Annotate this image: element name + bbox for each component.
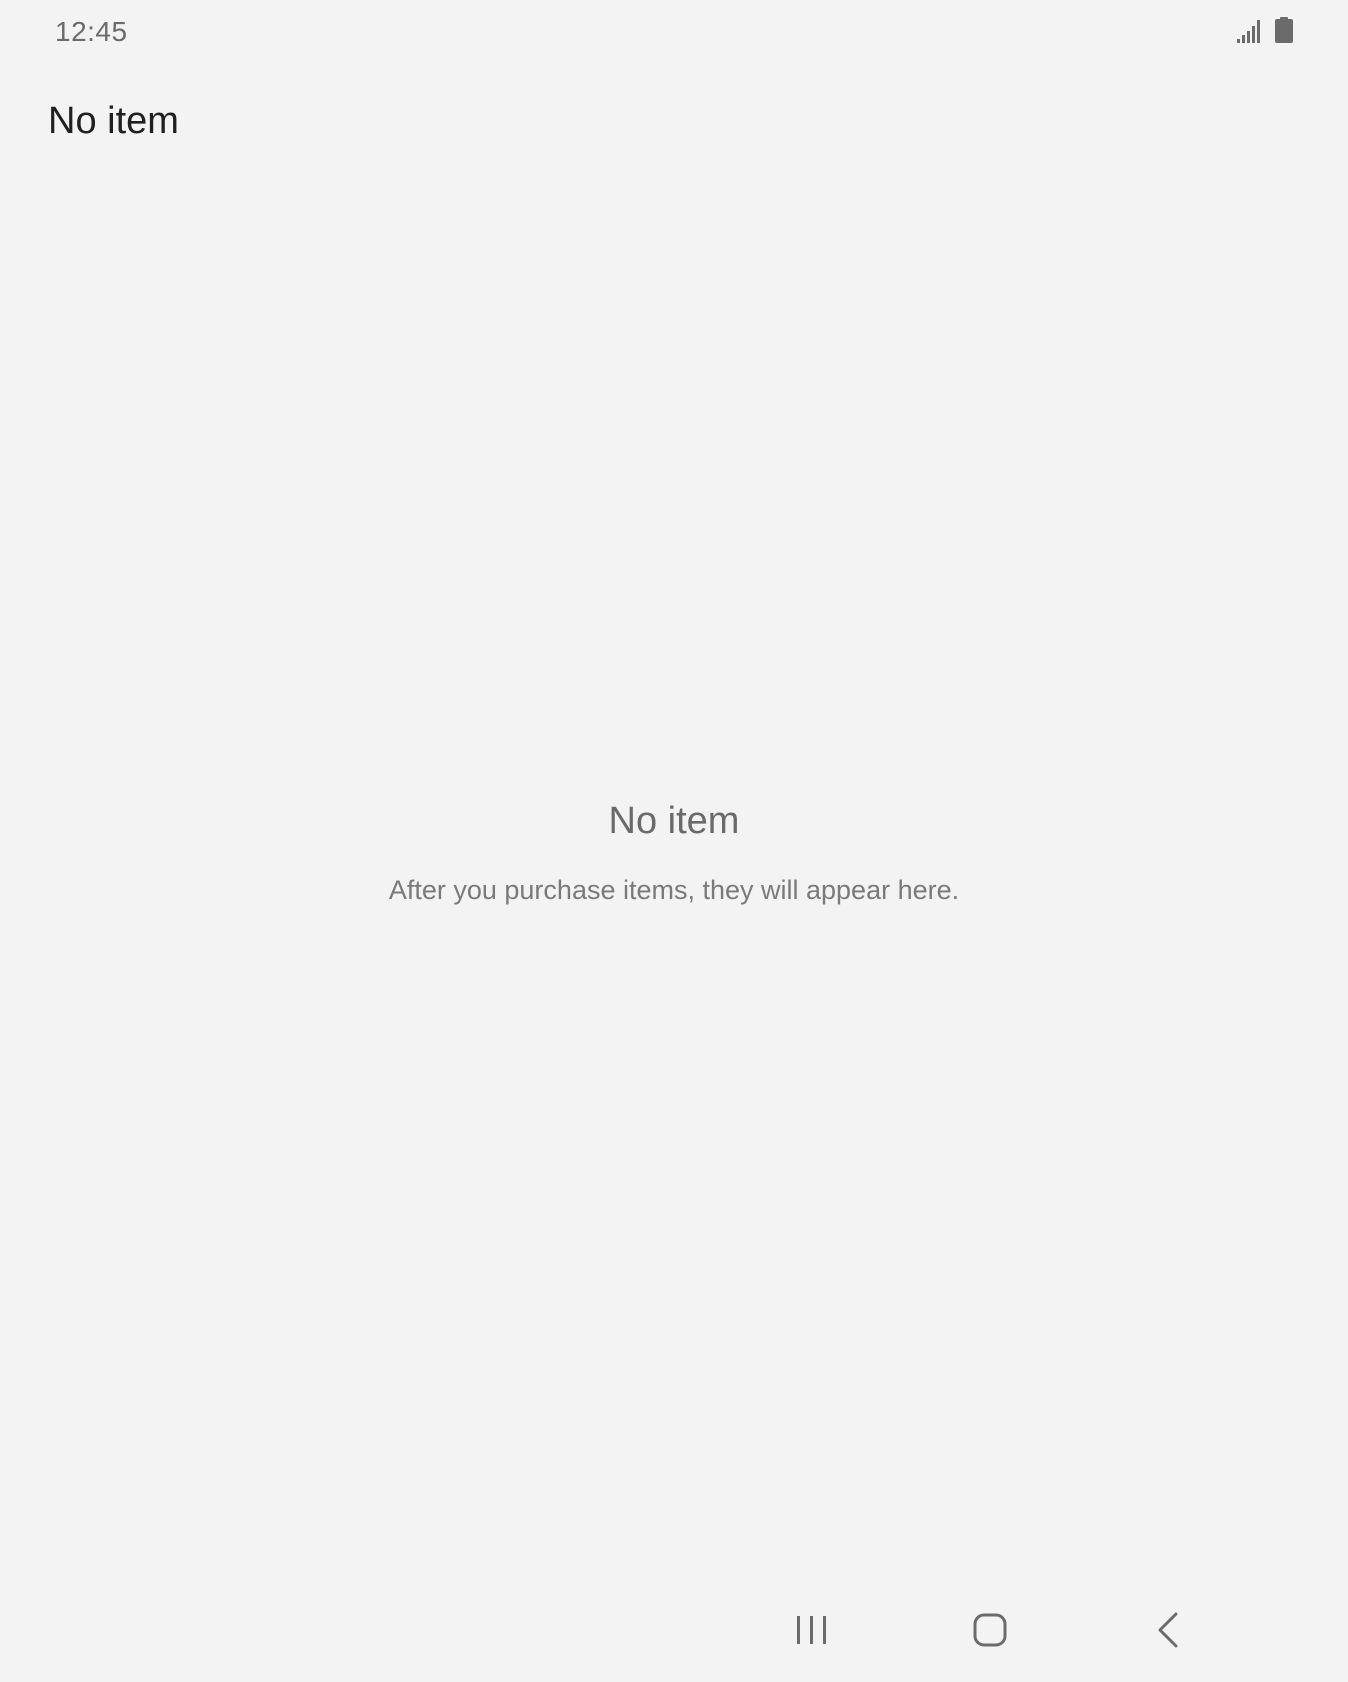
battery-icon: [1275, 17, 1293, 48]
status-bar: 12:45: [0, 0, 1348, 70]
back-button[interactable]: [1138, 1602, 1198, 1662]
signal-icon: [1237, 19, 1263, 48]
status-time: 12:45: [55, 16, 128, 47]
app-header: No item: [0, 80, 1348, 170]
recents-button[interactable]: [782, 1602, 842, 1662]
home-icon: [973, 1613, 1007, 1652]
empty-state-message: After you purchase items, they will appe…: [388, 875, 960, 905]
empty-state-title: No item: [608, 800, 740, 842]
empty-state: No item After you purchase items, they w…: [0, 800, 1348, 906]
status-icons: [1237, 17, 1293, 48]
recents-icon: [795, 1614, 829, 1651]
navigation-bar: [0, 1582, 1348, 1682]
page-title: No item: [48, 100, 179, 142]
home-button[interactable]: [960, 1602, 1020, 1662]
back-icon: [1156, 1612, 1180, 1653]
